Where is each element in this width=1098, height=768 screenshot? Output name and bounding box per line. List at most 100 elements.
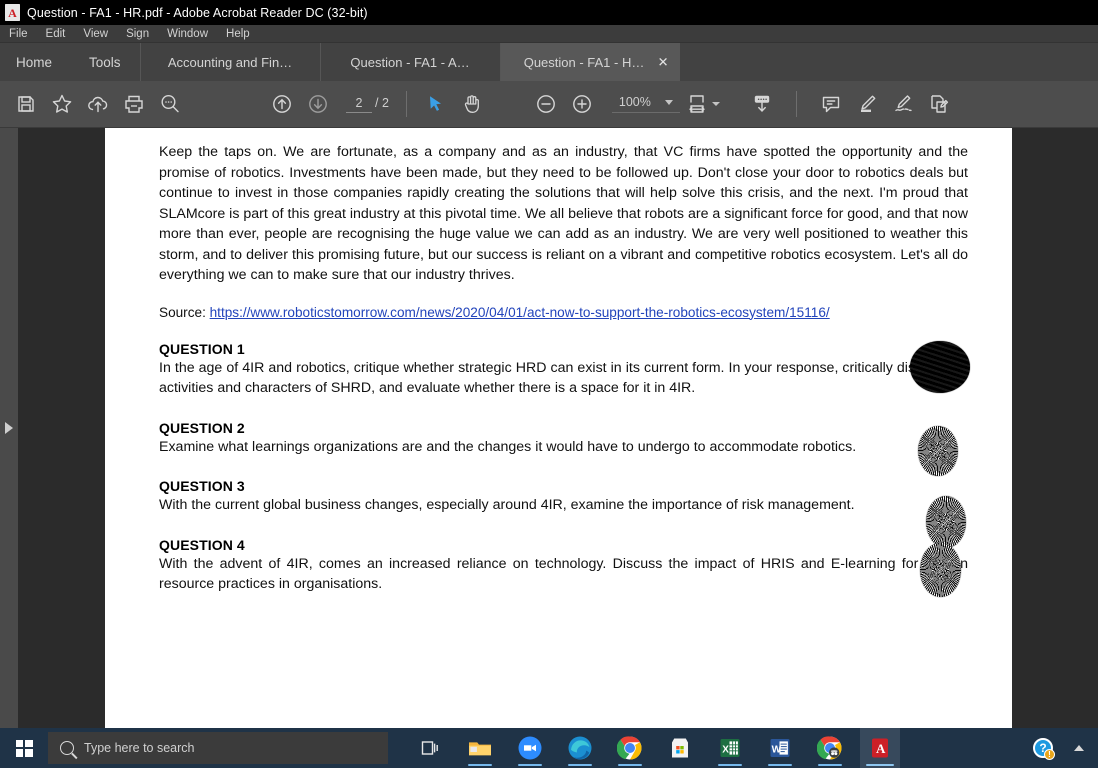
chevron-up-icon: [1074, 745, 1084, 751]
comment-icon[interactable]: [813, 84, 849, 124]
zoom-level-control[interactable]: 100%: [611, 95, 680, 113]
question-3-heading: QUESTION 3: [159, 478, 245, 494]
navigation-pane-toggle[interactable]: [0, 128, 18, 728]
document-workspace: Keep the taps on. We are fortunate, as a…: [0, 128, 1098, 728]
title-bar: A Question - FA1 - HR.pdf - Adobe Acroba…: [0, 0, 1098, 25]
taskbar-icon-group: X W A: [410, 728, 900, 768]
question-1-text: In the age of 4IR and robotics, critique…: [159, 359, 968, 397]
tab-document-accounting[interactable]: Accounting and Fin…: [139, 43, 320, 81]
question-1-heading: QUESTION 1: [159, 340, 245, 357]
tab-home-label: Home: [16, 54, 53, 70]
scribble-blob-1: [910, 341, 970, 393]
close-icon[interactable]: ✕: [658, 56, 669, 69]
zoom-out-icon[interactable]: [528, 84, 564, 124]
fit-page-chevron-icon[interactable]: [711, 102, 720, 106]
pdf-page[interactable]: Keep the taps on. We are fortunate, as a…: [105, 128, 1012, 728]
svg-text:A: A: [876, 741, 886, 756]
question-block-4: QUESTION 4 With the advent of 4IR, comes…: [159, 537, 968, 595]
question-block-3: QUESTION 3 With the current global busin…: [159, 478, 968, 516]
page-down-icon[interactable]: [300, 84, 336, 124]
zoom-app-icon[interactable]: [510, 728, 550, 768]
chevron-down-icon[interactable]: [664, 99, 673, 105]
save-icon[interactable]: [8, 84, 44, 124]
cloud-upload-icon[interactable]: [80, 84, 116, 124]
tab-document-accounting-label: Accounting and Fin…: [167, 54, 293, 70]
page-navigation: 2 / 2: [346, 96, 389, 113]
page-number-input[interactable]: 2: [346, 96, 372, 113]
menu-bar: File Edit View Sign Window Help: [0, 25, 1098, 43]
menu-item-sign[interactable]: Sign: [126, 28, 158, 40]
tab-document-question-hr[interactable]: Question - FA1 - H… ✕: [499, 43, 680, 81]
task-view-icon[interactable]: [410, 728, 450, 768]
main-toolbar: 2 / 2 100%: [0, 81, 1098, 128]
tab-home[interactable]: Home: [0, 43, 70, 81]
start-button[interactable]: [0, 728, 48, 768]
tab-bar-filler: [680, 43, 1098, 81]
fit-page-icon[interactable]: [684, 84, 710, 124]
menu-item-window[interactable]: Window: [167, 28, 217, 40]
chrome-incognito-icon[interactable]: [810, 728, 850, 768]
microsoft-excel-icon[interactable]: X: [710, 728, 750, 768]
windows-logo-icon: [15, 739, 33, 757]
question-mark-icon: ? !: [1033, 738, 1055, 760]
page-total-label: / 2: [375, 95, 389, 110]
microsoft-word-icon[interactable]: W: [760, 728, 800, 768]
tab-document-question-a[interactable]: Question - FA1 - A…: [319, 43, 500, 81]
print-icon[interactable]: [116, 84, 152, 124]
tab-tools-label: Tools: [89, 54, 121, 70]
windows-taskbar: Type here to search X W A ? !: [0, 728, 1098, 768]
acrobat-reader-window: A Question - FA1 - HR.pdf - Adobe Acroba…: [0, 0, 1098, 768]
tab-tools[interactable]: Tools: [70, 43, 140, 81]
warning-badge-icon: !: [1044, 749, 1055, 760]
question-4-text: With the advent of 4IR, comes an increas…: [159, 555, 968, 593]
menu-item-help[interactable]: Help: [226, 28, 259, 40]
zoom-search-icon[interactable]: [152, 84, 188, 124]
microsoft-edge-icon[interactable]: [560, 728, 600, 768]
source-url-link[interactable]: https://www.roboticstomorrow.com/news/20…: [210, 305, 830, 320]
question-block-2: QUESTION 2 Examine what learnings organi…: [159, 420, 968, 458]
scroll-mode-icon[interactable]: [744, 84, 780, 124]
microsoft-store-icon[interactable]: [660, 728, 700, 768]
menu-item-view[interactable]: View: [83, 28, 117, 40]
sign-icon[interactable]: [885, 84, 921, 124]
question-block-1: QUESTION 1 In the age of 4IR and robotic…: [159, 341, 968, 399]
google-chrome-icon[interactable]: [610, 728, 650, 768]
select-tool-icon[interactable]: [418, 84, 454, 124]
question-3-text: With the current global business changes…: [159, 497, 855, 513]
request-signature-icon[interactable]: [921, 84, 957, 124]
svg-text:X: X: [722, 744, 729, 755]
system-tray: ? !: [1028, 728, 1098, 768]
toolbar-separator-1: [405, 91, 407, 117]
question-2-heading: QUESTION 2: [159, 419, 245, 436]
svg-text:W: W: [772, 744, 782, 755]
zoom-in-icon[interactable]: [564, 84, 600, 124]
tab-bar: Home Tools Accounting and Fin… Question …: [0, 43, 1098, 81]
pdf-document-icon: A: [5, 4, 20, 21]
source-label: Source:: [159, 304, 210, 320]
document-paragraph: Keep the taps on. We are fortunate, as a…: [159, 144, 968, 283]
menu-item-edit[interactable]: Edit: [46, 28, 75, 40]
file-explorer-icon[interactable]: [460, 728, 500, 768]
scribble-blob-4: [920, 543, 961, 597]
tab-document-question-hr-label: Question - FA1 - H…: [523, 54, 645, 70]
chevron-right-icon: [5, 422, 13, 434]
search-icon: [60, 741, 74, 755]
help-notification-icon[interactable]: ? !: [1028, 728, 1058, 768]
star-icon[interactable]: [44, 84, 80, 124]
scribble-blob-3: [926, 496, 966, 548]
window-title: Question - FA1 - HR.pdf - Adobe Acrobat …: [27, 5, 368, 20]
show-hidden-icons-button[interactable]: [1064, 728, 1094, 768]
app-icon-letter: A: [8, 5, 17, 20]
tab-document-question-a-label: Question - FA1 - A…: [350, 54, 470, 70]
scribble-blob-2: [918, 426, 958, 476]
toolbar-separator-2: [795, 91, 797, 117]
search-input[interactable]: Type here to search: [48, 732, 388, 764]
question-2-text: Examine what learnings organizations are…: [159, 438, 857, 455]
zoom-level-value: 100%: [618, 95, 651, 109]
highlight-icon[interactable]: [849, 84, 885, 124]
menu-item-file[interactable]: File: [9, 28, 37, 40]
page-up-icon[interactable]: [264, 84, 300, 124]
hand-tool-icon[interactable]: [454, 84, 490, 124]
adobe-acrobat-icon[interactable]: A: [860, 728, 900, 768]
source-line: Source: https://www.roboticstomorrow.com…: [159, 305, 968, 320]
